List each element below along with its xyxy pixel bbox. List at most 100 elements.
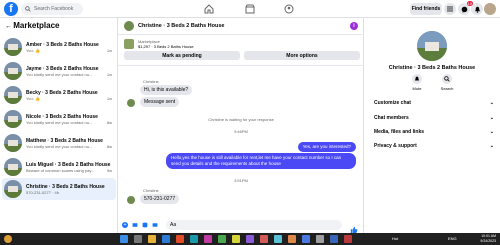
sticker-icon[interactable] xyxy=(142,222,148,228)
windows-taskbar: Hot ENG 10:01 AM 9/24/2023 xyxy=(0,233,500,245)
listing-preview: You: 👍 xyxy=(26,47,40,53)
timestamp: 9:46PM xyxy=(234,129,248,134)
conversation-title[interactable]: Christine · 3 Beds 2 Baths House xyxy=(138,23,225,29)
marketplace-inbox-sidebar: ← Marketplace Amber · 3 Beds 2 Baths Hou… xyxy=(0,18,118,233)
waiting-notice: Christine is waiting for your response xyxy=(208,117,274,122)
home-icon[interactable] xyxy=(203,3,215,15)
bell-icon[interactable] xyxy=(471,3,483,15)
listing-time: 1w xyxy=(106,47,112,53)
app-icon[interactable] xyxy=(260,235,268,243)
edge-icon[interactable] xyxy=(162,235,170,243)
chrome-icon[interactable] xyxy=(176,235,184,243)
search-icon xyxy=(25,6,31,12)
message-thread[interactable]: Christine Hi, is this available? Message… xyxy=(118,66,364,218)
incoming-message[interactable]: Hi, is this available? xyxy=(140,85,193,95)
listing-item[interactable]: Amber · 3 Beds 2 Baths House You: 👍 1w xyxy=(2,36,116,58)
listing-thumbnail xyxy=(4,158,22,176)
message-input[interactable]: Aa xyxy=(166,220,342,230)
mute-button[interactable]: Mute xyxy=(402,74,432,91)
conversation-header: Christine · 3 Beds 2 Baths House i xyxy=(118,18,364,35)
listing-preview: You kindly send me your contact nu... xyxy=(26,119,93,125)
search-icon xyxy=(442,74,452,84)
listing-item[interactable]: Jayme · 3 Beds 2 Baths House You kindly … xyxy=(2,60,116,82)
mark-as-pending-button[interactable]: Mark as pending xyxy=(124,51,240,60)
app-icon[interactable] xyxy=(204,235,212,243)
search-box[interactable]: Search Facebook xyxy=(21,3,83,15)
listing-item[interactable]: Luis Miguel · 3 Beds 2 Baths House Bewar… xyxy=(2,156,116,178)
listing-banner-thumbnail[interactable] xyxy=(124,39,134,49)
find-friends-button[interactable]: Find friends xyxy=(410,3,442,15)
media-files-links-row[interactable]: Media, files and links ⌄ xyxy=(374,129,494,135)
listing-time: 1w xyxy=(106,71,112,77)
chevron-down-icon: ⌄ xyxy=(489,129,494,135)
contact-profile-photo[interactable] xyxy=(417,31,447,61)
clock[interactable]: 10:01 AM 9/24/2023 xyxy=(480,234,496,243)
listing-thumbnail xyxy=(4,86,22,104)
listing-item[interactable]: Matthew · 3 Beds 2 Baths House You kindl… xyxy=(2,132,116,154)
search-taskbar-icon[interactable] xyxy=(134,235,142,243)
listing-price[interactable]: $1,297 · 3 Beds 2 Baths House xyxy=(138,44,194,49)
facebook-logo[interactable]: f xyxy=(4,2,18,16)
file-explorer-icon[interactable] xyxy=(148,235,156,243)
outgoing-message[interactable]: Yes, are you interested? xyxy=(297,142,356,152)
weather-icon[interactable] xyxy=(4,235,12,243)
incoming-message[interactable]: 570-231-0277 xyxy=(140,194,180,204)
sender-avatar xyxy=(127,99,135,107)
gif-icon[interactable] xyxy=(152,222,158,228)
incoming-message[interactable]: Message sent xyxy=(140,97,180,107)
app-icon[interactable] xyxy=(288,235,296,243)
sidebar-title: ← Marketplace xyxy=(5,21,60,30)
search-conversation-button[interactable]: Search xyxy=(432,74,462,91)
clock-date: 9/24/2023 xyxy=(480,238,496,243)
start-icon[interactable] xyxy=(120,235,128,243)
listing-item[interactable]: Becky · 3 Beds 2 Baths House You: 👍 1w xyxy=(2,84,116,106)
listing-preview: 570-231-0277 · 4h xyxy=(26,189,59,195)
outgoing-message[interactable]: Hello,yes the house is still available f… xyxy=(166,153,356,169)
info-icon[interactable]: i xyxy=(350,22,358,30)
chevron-down-icon: ⌄ xyxy=(489,100,494,106)
timestamp: 3:51PM xyxy=(234,178,248,183)
listing-thumbnail xyxy=(4,134,22,152)
app-icon[interactable] xyxy=(330,235,338,243)
marketplace-icon[interactable] xyxy=(244,3,256,15)
listing-thumbnail xyxy=(4,38,22,56)
customize-chat-row[interactable]: Customize chat ⌄ xyxy=(374,100,494,106)
listing-preview: You kindly send me your contact nu... xyxy=(26,71,93,77)
app-icon[interactable] xyxy=(232,235,240,243)
chat-members-row[interactable]: Chat members ⌄ xyxy=(374,115,494,121)
language-indicator[interactable]: ENG xyxy=(448,236,457,241)
listing-item[interactable]: Nicole · 3 Beds 2 Baths House You kindly… xyxy=(2,108,116,130)
listing-time: 1w xyxy=(106,95,112,101)
app-icon[interactable] xyxy=(190,235,198,243)
listing-banner: Marketplace $1,297 · 3 Beds 2 Baths Hous… xyxy=(118,36,364,66)
contact-avatar[interactable] xyxy=(124,21,134,31)
listing-item-selected[interactable]: Christine · 3 Beds 2 Baths House 570-231… xyxy=(2,178,116,200)
sender-avatar xyxy=(127,196,135,204)
sender-name: Christine xyxy=(143,188,159,193)
plus-icon[interactable]: + xyxy=(122,222,128,228)
compose-bar: + Aa xyxy=(118,217,364,234)
sender-name: Christine xyxy=(143,79,159,84)
messenger-icon[interactable]: 10 xyxy=(458,1,473,15)
app-icon[interactable] xyxy=(218,235,226,243)
listing-time: 9w xyxy=(106,167,112,173)
top-nav-bar: f Search Facebook Find friends 10 xyxy=(0,0,500,18)
menu-grid-icon[interactable] xyxy=(444,3,456,15)
clock-time: 10:01 AM xyxy=(481,234,496,238)
image-icon[interactable] xyxy=(132,222,138,228)
app-icon[interactable] xyxy=(246,235,254,243)
app-icon[interactable] xyxy=(344,235,352,243)
app-icon[interactable] xyxy=(316,235,324,243)
app-icon[interactable] xyxy=(274,235,282,243)
conversation-panel: Christine · 3 Beds 2 Baths House i Marke… xyxy=(118,18,364,234)
weather-text[interactable]: Hot xyxy=(392,236,398,241)
account-avatar[interactable] xyxy=(484,3,496,15)
privacy-support-row[interactable]: Privacy & support ⌄ xyxy=(374,143,494,149)
listing-preview: You kindly send me your contact nu... xyxy=(26,143,93,149)
listing-thumbnail xyxy=(4,110,22,128)
listing-thumbnail xyxy=(4,180,22,198)
app-icon[interactable] xyxy=(302,235,310,243)
groups-icon[interactable] xyxy=(283,3,295,15)
more-options-button[interactable]: More options xyxy=(244,51,360,60)
back-arrow-icon[interactable]: ← xyxy=(5,23,12,30)
